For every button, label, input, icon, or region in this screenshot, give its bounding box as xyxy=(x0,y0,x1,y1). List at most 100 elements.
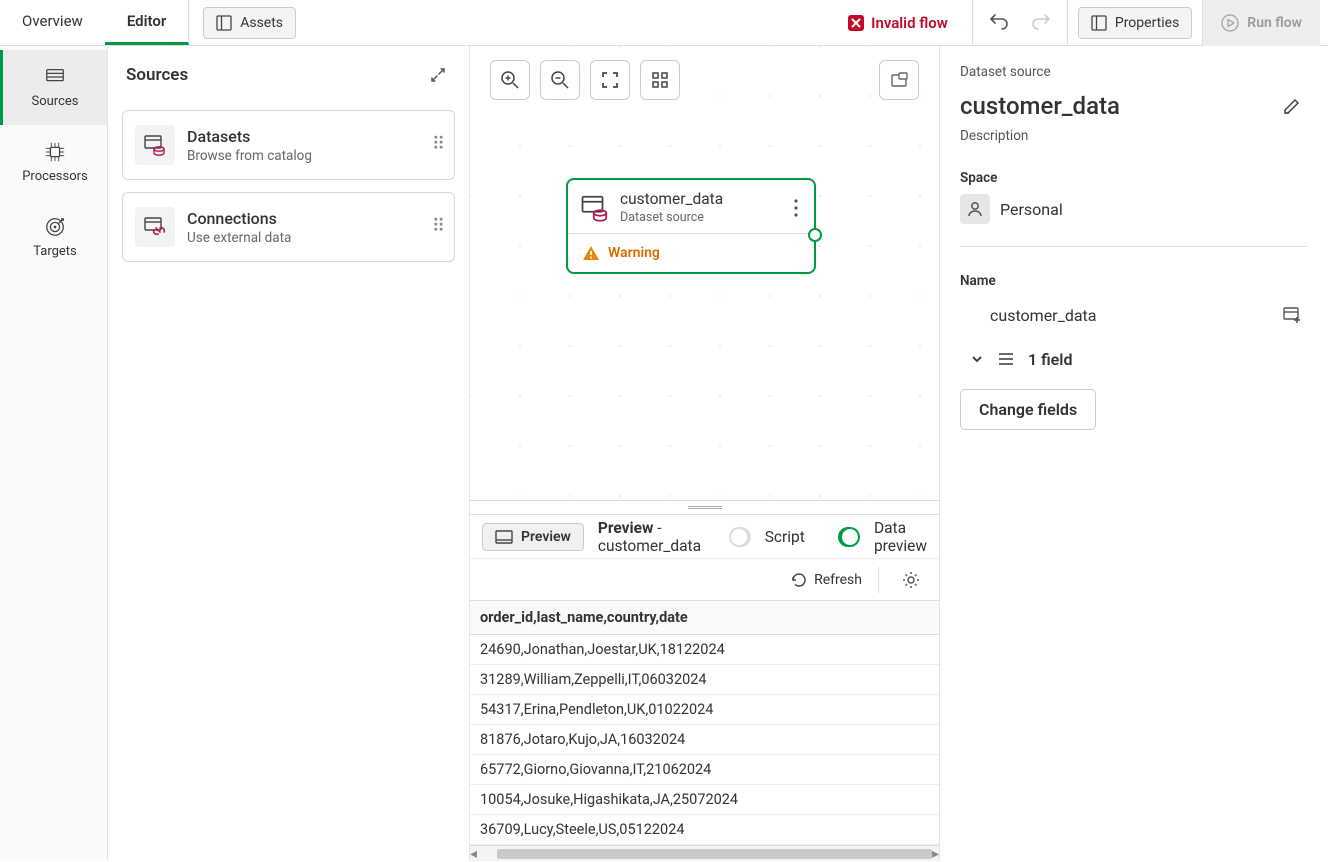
datasets-subtitle: Browse from catalog xyxy=(187,148,420,164)
connections-title: Connections xyxy=(187,209,420,228)
invalid-flow-label: Invalid flow xyxy=(871,14,948,32)
datasets-icon xyxy=(143,133,167,157)
sources-panel-title: Sources xyxy=(126,65,188,85)
canvas-toolbar xyxy=(490,60,680,100)
panel-resize-handle[interactable] xyxy=(470,500,939,514)
name-value: customer_data xyxy=(990,306,1096,325)
properties-button[interactable]: Properties xyxy=(1078,7,1192,39)
list-icon xyxy=(996,349,1016,369)
warning-icon xyxy=(582,244,600,262)
node-title: customer_data xyxy=(620,190,780,208)
redo-button[interactable] xyxy=(1025,7,1057,39)
source-card-connections[interactable]: Connections Use external data ⠿ xyxy=(122,192,455,262)
table-row: 10054,Josuke,Higashikata,JA,25072024 xyxy=(470,785,939,815)
zoom-in-button[interactable] xyxy=(490,60,530,100)
change-fields-button[interactable]: Change fields xyxy=(960,389,1096,430)
minimap-button[interactable] xyxy=(879,60,919,100)
connections-icon xyxy=(143,215,167,239)
table-row: 65772,Giorno,Giovanna,IT,21062024 xyxy=(470,755,939,785)
collapse-icon xyxy=(429,66,447,84)
connections-subtitle: Use external data xyxy=(187,230,420,246)
rail-sources-label: Sources xyxy=(32,94,79,109)
fit-screen-button[interactable] xyxy=(590,60,630,100)
flow-node-customer-data[interactable]: customer_data Dataset source Warning xyxy=(566,178,816,274)
fields-row[interactable]: 1 field xyxy=(970,349,1308,369)
node-menu-button[interactable] xyxy=(790,199,802,217)
pencil-icon xyxy=(1282,96,1302,116)
refresh-icon xyxy=(790,571,808,589)
preview-chip-icon xyxy=(495,530,513,544)
targets-icon xyxy=(44,216,66,238)
rail-targets[interactable]: Targets xyxy=(0,200,107,275)
grid-icon xyxy=(651,71,669,89)
fields-count-label: 1 field xyxy=(1028,350,1072,369)
properties-panel: Dataset source customer_data Description… xyxy=(940,46,1328,861)
panel-icon xyxy=(216,15,232,31)
play-icon xyxy=(1221,14,1239,32)
datasets-title: Datasets xyxy=(187,127,420,146)
top-bar: Overview Editor Assets Invalid flow Prop… xyxy=(0,0,1328,46)
assets-button[interactable]: Assets xyxy=(203,7,296,39)
description-label: Description xyxy=(960,128,1308,144)
rail-processors[interactable]: Processors xyxy=(0,125,107,200)
preview-chip[interactable]: Preview xyxy=(482,523,584,551)
script-toggle[interactable] xyxy=(729,527,751,547)
preview-title: Preview - customer_data xyxy=(598,519,701,555)
add-field-button[interactable] xyxy=(1276,299,1308,331)
table-row: 24690,Jonathan,Joestar,UK,18122024 xyxy=(470,635,939,665)
rail-targets-label: Targets xyxy=(33,244,77,259)
table-row: 31289,William,Zeppelli,IT,06032024 xyxy=(470,665,939,695)
gear-icon xyxy=(901,570,921,590)
dataset-source-icon xyxy=(580,193,610,223)
preview-actions: Refresh xyxy=(470,558,939,600)
edit-title-button[interactable] xyxy=(1276,90,1308,122)
run-flow-label: Run flow xyxy=(1247,15,1302,31)
refresh-button[interactable]: Refresh xyxy=(790,571,862,589)
drag-handle[interactable]: ⠿ xyxy=(432,224,442,230)
name-section-label: Name xyxy=(960,273,1308,289)
center-column: customer_data Dataset source Warning xyxy=(470,46,940,861)
layout-button[interactable] xyxy=(640,60,680,100)
node-warning-label: Warning xyxy=(608,245,660,261)
tab-editor[interactable]: Editor xyxy=(105,0,189,45)
zoom-in-icon xyxy=(500,70,520,90)
processors-icon xyxy=(44,141,66,163)
preview-table: order_id,last_name,country,date 24690,Jo… xyxy=(470,601,939,845)
chevron-down-icon xyxy=(970,352,984,366)
space-label: Space xyxy=(960,170,1308,186)
node-output-port[interactable] xyxy=(808,228,822,242)
table-row: 36709,Lucy,Steele,US,05122024 xyxy=(470,815,939,845)
data-preview-toggle[interactable] xyxy=(838,527,860,547)
source-card-datasets[interactable]: Datasets Browse from catalog ⠿ xyxy=(122,110,455,180)
script-toggle-label: Script xyxy=(765,528,805,546)
assets-label: Assets xyxy=(240,15,283,31)
horizontal-scrollbar[interactable]: ◂ ▸ xyxy=(470,845,939,861)
minimap-icon xyxy=(890,71,908,89)
drag-handle[interactable]: ⠿ xyxy=(432,142,442,148)
table-add-icon xyxy=(1282,305,1302,325)
preview-settings-button[interactable] xyxy=(895,564,927,596)
zoom-out-button[interactable] xyxy=(540,60,580,100)
run-flow-button[interactable]: Run flow xyxy=(1202,0,1320,46)
fields-expand-toggle[interactable] xyxy=(970,352,984,366)
refresh-label: Refresh xyxy=(814,572,862,588)
table-row: 54317,Erina,Pendleton,UK,01022024 xyxy=(470,695,939,725)
data-preview-toggle-label: Data preview xyxy=(874,519,927,555)
node-warning-row: Warning xyxy=(568,233,814,272)
undo-button[interactable] xyxy=(983,7,1015,39)
rail-sources[interactable]: Sources xyxy=(0,50,107,125)
left-rail: Sources Processors Targets xyxy=(0,46,108,861)
properties-label: Properties xyxy=(1115,15,1179,31)
panel-icon xyxy=(1091,15,1107,31)
zoom-out-icon xyxy=(550,70,570,90)
properties-pretitle: Dataset source xyxy=(960,64,1308,80)
space-row: Personal xyxy=(960,194,1308,224)
space-value: Personal xyxy=(1000,200,1063,219)
sources-icon xyxy=(44,66,66,88)
top-tabs: Overview Editor xyxy=(0,0,189,45)
node-subtitle: Dataset source xyxy=(620,210,780,225)
tab-overview[interactable]: Overview xyxy=(0,0,105,45)
collapse-panel-button[interactable] xyxy=(425,62,451,88)
flow-canvas[interactable]: customer_data Dataset source Warning xyxy=(470,46,939,500)
rail-processors-label: Processors xyxy=(22,169,88,184)
